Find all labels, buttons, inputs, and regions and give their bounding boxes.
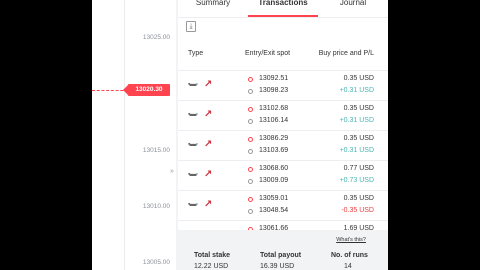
runs-value: 14 xyxy=(344,263,352,270)
panel-tabs: Summary Transactions Journal xyxy=(178,0,388,18)
table-row[interactable]: ▪▬▫ ↗ 13068.60 13009.09 0.77 USD +0.73 USD xyxy=(178,160,388,190)
table-row[interactable]: ▪▬▫ ↗ 13092.51 13098.23 0.35 USD +0.31 USD xyxy=(178,70,388,100)
entry-spot: 13059.01 xyxy=(259,195,289,202)
exit-spot-icon xyxy=(248,149,253,154)
buy-price: 0.35 USD xyxy=(343,75,374,82)
buy-price: 0.35 USD xyxy=(343,195,374,202)
runs-label: No. of runs xyxy=(331,252,368,259)
total-payout-value: 16.39 USD xyxy=(260,263,295,270)
entry-spot-icon xyxy=(248,167,253,172)
transactions-list: ▪▬▫ ↗ 13092.51 13098.23 0.35 USD +0.31 USD ▪▬▫… xyxy=(178,70,388,250)
column-header-buy-pl: Buy price and P/L xyxy=(318,50,374,57)
chevron-right-icon[interactable]: » xyxy=(170,168,174,175)
chart-gridline xyxy=(124,0,125,270)
profit-loss: +0.31 USD xyxy=(339,87,374,94)
download-icon[interactable]: ⤓ xyxy=(186,21,196,32)
buy-price: 0.35 USD xyxy=(343,105,374,112)
entry-spot-icon xyxy=(248,107,253,112)
price-tick: 13015.00 xyxy=(142,147,170,154)
exit-spot-icon xyxy=(248,179,253,184)
price-tick: 13005.00 xyxy=(142,259,170,266)
column-header-entry-exit: Entry/Exit spot xyxy=(245,50,291,57)
price-tick: 13025.00 xyxy=(142,34,170,41)
buy-price: 0.77 USD xyxy=(343,165,374,172)
entry-spot-icon xyxy=(248,77,253,82)
tab-summary[interactable]: Summary xyxy=(178,0,248,17)
profit-loss: +0.31 USD xyxy=(339,117,374,124)
tab-transactions[interactable]: Transactions xyxy=(248,0,318,17)
exit-spot-icon xyxy=(248,209,253,214)
total-stake-value: 12.22 USD xyxy=(194,263,229,270)
rise-arrow-icon: ↗ xyxy=(204,169,213,180)
entry-spot: 13092.51 xyxy=(259,75,289,82)
rise-arrow-icon: ↗ xyxy=(204,199,213,210)
summary-footer: What's this? Total stake 12.22 USD Total… xyxy=(178,230,388,270)
whats-this-link[interactable]: What's this? xyxy=(336,237,366,243)
table-row[interactable]: ▪▬▫ ↗ 13102.68 13106.14 0.35 USD +0.31 USD xyxy=(178,100,388,130)
exit-spot: 13098.23 xyxy=(259,87,289,94)
contract-type-icon: ▪▬▫ xyxy=(188,201,198,208)
entry-spot-icon xyxy=(248,137,253,142)
total-stake-label: Total stake xyxy=(194,252,231,259)
column-header-type: Type xyxy=(188,50,204,57)
table-row[interactable]: ▪▬▫ ↗ 13059.01 13048.54 0.35 USD -0.35 USD xyxy=(178,190,388,220)
current-price-tag: 13020.30 xyxy=(123,84,170,96)
contract-type-icon: ▪▬▫ xyxy=(188,171,198,178)
entry-spot-icon xyxy=(248,197,253,202)
contract-type-icon: ▪▬▫ xyxy=(188,111,198,118)
exit-spot: 13048.54 xyxy=(259,207,289,214)
contract-type-icon: ▪▬▫ xyxy=(188,81,198,88)
exit-spot: 13106.14 xyxy=(259,117,289,124)
positions-panel: Summary Transactions Journal ⤓ Type Entr… xyxy=(178,0,388,270)
letterbox-right xyxy=(388,0,480,270)
exit-spot-icon xyxy=(248,89,253,94)
price-chart[interactable]: 13025.00 13020.30 13015.00 » 13010.00 13… xyxy=(92,0,178,270)
entry-spot: 13102.68 xyxy=(259,105,289,112)
rise-arrow-icon: ↗ xyxy=(204,139,213,150)
table-row[interactable]: ▪▬▫ ↗ 13086.29 13103.69 0.35 USD +0.31 USD xyxy=(178,130,388,160)
letterbox-left xyxy=(0,0,92,270)
rise-arrow-icon: ↗ xyxy=(204,109,213,120)
tab-journal[interactable]: Journal xyxy=(318,0,388,17)
exit-spot: 13103.69 xyxy=(259,147,289,154)
profit-loss: +0.31 USD xyxy=(339,147,374,154)
total-payout-label: Total payout xyxy=(260,252,302,259)
rise-arrow-icon: ↗ xyxy=(204,79,213,90)
contract-type-icon: ▪▬▫ xyxy=(188,141,198,148)
exit-spot-icon xyxy=(248,119,253,124)
screen: 13025.00 13020.30 13015.00 » 13010.00 13… xyxy=(0,0,480,270)
exit-spot: 13009.09 xyxy=(259,177,289,184)
entry-spot: 13086.29 xyxy=(259,135,289,142)
price-tick: 13010.00 xyxy=(142,203,170,210)
profit-loss: +0.73 USD xyxy=(339,177,374,184)
profit-loss: -0.35 USD xyxy=(341,207,374,214)
entry-spot: 13068.60 xyxy=(259,165,289,172)
buy-price: 0.35 USD xyxy=(343,135,374,142)
